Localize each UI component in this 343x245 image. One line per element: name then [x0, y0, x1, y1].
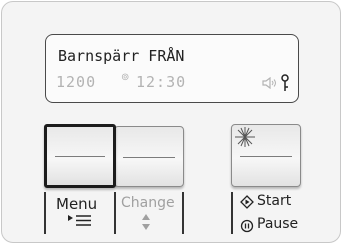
menu-list-icon	[68, 215, 91, 226]
change-label: Change	[121, 195, 175, 211]
separator	[114, 192, 116, 234]
up-down-arrows-icon	[142, 214, 150, 230]
start-pause-button[interactable]	[231, 124, 301, 187]
separator	[44, 192, 46, 234]
spin-speed-readout: 1200	[56, 73, 97, 91]
spin-icon: ⊚	[121, 72, 130, 83]
lcd-display: Barnspärr FRÅN 1200 ⊚ 12:30	[45, 34, 299, 103]
pause-label: Pause	[257, 216, 299, 232]
start-icon	[240, 195, 254, 209]
key-icon	[281, 74, 289, 91]
menu-label: Menu	[56, 195, 98, 213]
pause-icon	[240, 219, 254, 233]
sound-icon	[262, 77, 276, 89]
start-label: Start	[257, 193, 292, 209]
separator	[182, 192, 184, 234]
separator	[231, 192, 233, 234]
display-line1: Barnspärr FRÅN	[58, 47, 185, 65]
time-readout: 12:30	[136, 73, 187, 91]
spark-icon	[235, 127, 255, 147]
menu-button[interactable]	[44, 124, 116, 188]
change-button[interactable]	[114, 126, 184, 187]
